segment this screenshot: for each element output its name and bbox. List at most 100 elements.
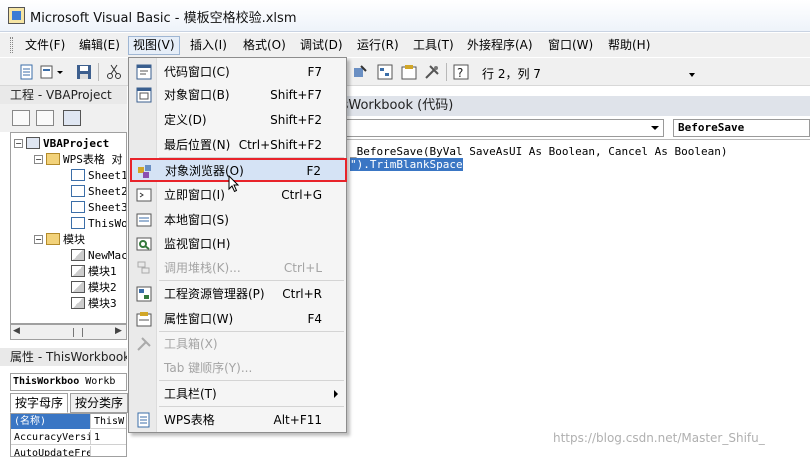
tree-node-wps-objects[interactable]: − WPS表格 对 [34, 152, 123, 168]
properties-toolbar-icon[interactable] [401, 64, 417, 80]
tree-node-modules[interactable]: − 模块 [34, 232, 85, 248]
tree-node-sheet3[interactable]: Sheet3 [71, 200, 126, 216]
menu-item-shortcut: F4 [307, 312, 322, 326]
mouse-pointer-icon [228, 175, 240, 193]
menu-item-toolbars[interactable]: 工具栏(T) [131, 383, 346, 405]
property-value[interactable]: 1 [91, 430, 126, 445]
view-excel-icon[interactable] [19, 64, 35, 80]
procedure-combo-value: BeforeSave [678, 121, 745, 134]
tree-node-label: 模块3 [88, 297, 117, 310]
collapse-icon[interactable]: − [14, 139, 23, 148]
tree-node-module2[interactable]: 模块2 [71, 280, 117, 296]
project-tree-hscrollbar[interactable]: ◀ ▶ [10, 324, 127, 340]
properties-grid: (名称) ThisW AccuracyVersi 1 AutoUpdateFre… [10, 413, 127, 457]
menu-item-label: 调用堆栈(K)... [164, 261, 241, 275]
tree-node-label: Sheet1 [88, 169, 127, 182]
menu-item-label: 工具箱(X) [164, 337, 218, 351]
properties-window-icon [136, 311, 152, 327]
project-explorer-toolbar-icon[interactable] [377, 64, 393, 80]
procedure-combo[interactable]: BeforeSave [673, 119, 810, 137]
collapse-icon[interactable]: − [34, 235, 43, 244]
menu-addins[interactable]: 外接程序(A) [463, 36, 537, 55]
menu-file[interactable]: 文件(F) [21, 36, 69, 55]
menu-item-properties-window[interactable]: 属性窗口(W) F4 [131, 308, 346, 330]
toolbox-toolbar-icon[interactable] [424, 64, 440, 80]
insert-module-icon[interactable] [40, 64, 63, 80]
cut-icon[interactable] [106, 64, 122, 80]
property-row[interactable]: AccuracyVersi 1 [11, 430, 126, 445]
menu-item-object-window[interactable]: 对象窗口(B) Shift+F7 [131, 84, 346, 106]
menu-debug[interactable]: 调试(D) [296, 36, 347, 55]
menu-tools[interactable]: 工具(T) [409, 36, 458, 55]
toggle-folders-button[interactable] [63, 110, 81, 126]
tab-categorized[interactable]: 按分类序 [70, 393, 129, 413]
immediate-window-icon [136, 187, 152, 203]
project-panel-toolbar [0, 104, 127, 132]
menu-item-label: 立即窗口(I) [164, 188, 225, 202]
userform-icon[interactable] [352, 64, 368, 80]
menu-item-label: 工程资源管理器(P) [164, 287, 265, 301]
property-row[interactable]: AutoUpdateFreQ [11, 446, 126, 456]
code-selection: ").TrimBlankSpace [350, 158, 463, 171]
menu-item-shortcut: Alt+F11 [273, 413, 322, 427]
menu-item-definition[interactable]: 定义(D) Shift+F2 [131, 109, 346, 131]
view-code-button[interactable] [12, 110, 30, 126]
menu-item-last-position[interactable]: 最后位置(N) Ctrl+Shift+F2 [131, 134, 346, 156]
menu-insert[interactable]: 插入(I) [186, 36, 231, 55]
folder-icon [46, 153, 60, 165]
menu-item-watch-window[interactable]: 监视窗口(H) [131, 233, 346, 255]
scroll-thumb[interactable] [73, 328, 83, 337]
menu-separator [159, 157, 344, 158]
menu-separator [159, 280, 344, 281]
menu-item-code-window[interactable]: 代码窗口(C) F7 [131, 61, 346, 83]
property-value[interactable] [91, 446, 126, 456]
project-explorer-icon [136, 286, 152, 302]
code-line: ").TrimBlankSpace [350, 158, 463, 171]
property-key: AccuracyVersi [11, 430, 91, 445]
toolbox-icon [136, 336, 152, 352]
scroll-right-icon[interactable]: ▶ [115, 326, 122, 336]
menu-item-label: 代码窗口(C) [164, 65, 230, 79]
menu-run[interactable]: 运行(R) [353, 36, 403, 55]
menu-format[interactable]: 格式(O) [239, 36, 290, 55]
menu-item-tab-order: Tab 键顺序(Y)... [131, 357, 346, 379]
menu-item-locals-window[interactable]: 本地窗口(S) [131, 209, 346, 231]
view-object-button[interactable] [36, 110, 54, 126]
module-icon [71, 281, 85, 293]
tree-node-thisworkbook[interactable]: ThisWo [71, 216, 126, 232]
menu-item-shortcut: F7 [307, 65, 322, 79]
menu-window[interactable]: 窗口(W) [544, 36, 597, 55]
tree-node-module1[interactable]: 模块1 [71, 264, 117, 280]
tree-node-module3[interactable]: 模块3 [71, 296, 117, 312]
object-combo[interactable] [346, 119, 664, 137]
vba-app-icon[interactable] [8, 7, 25, 24]
menu-help[interactable]: 帮助(H) [604, 36, 654, 55]
menu-edit[interactable]: 编辑(E) [75, 36, 124, 55]
menu-item-label: 最后位置(N) [164, 138, 231, 152]
menu-item-project-explorer[interactable]: 工程资源管理器(P) Ctrl+R [131, 283, 346, 305]
toolbar-options-arrow[interactable] [689, 73, 695, 77]
collapse-icon[interactable]: − [34, 155, 43, 164]
menu-view[interactable]: 视图(V) [128, 36, 180, 55]
properties-object-select[interactable]: ThisWorkboo Workb [10, 373, 127, 391]
object-window-icon [136, 87, 152, 103]
menu-separator [159, 331, 344, 332]
wps-sheet-icon [136, 412, 152, 428]
property-key: AutoUpdateFreQ [11, 446, 91, 456]
property-value[interactable]: ThisW [91, 414, 126, 429]
chevron-down-icon[interactable] [651, 126, 659, 130]
tree-node-sheet2[interactable]: Sheet2 [71, 184, 126, 200]
tree-node-sheet1[interactable]: Sheet1 [71, 168, 127, 184]
menu-item-wps-sheet[interactable]: WPS表格 Alt+F11 [131, 409, 346, 431]
tree-node-vbaproject[interactable]: − VBAProject [14, 136, 109, 152]
help-icon[interactable]: ? [453, 64, 469, 80]
save-icon[interactable] [76, 64, 92, 80]
menu-item-label: 监视窗口(H) [164, 237, 231, 251]
tree-node-label: 模块 [63, 233, 85, 246]
tree-node-newmacro[interactable]: NewMac [71, 248, 126, 264]
view-menu-dropdown: 代码窗口(C) F7 对象窗口(B) Shift+F7 定义(D) Shift+… [128, 57, 347, 433]
property-row[interactable]: (名称) ThisW [11, 414, 126, 429]
scroll-left-icon[interactable]: ◀ [13, 326, 20, 336]
tab-alphabetic[interactable]: 按字母序 [10, 393, 69, 413]
menubar-grip[interactable] [10, 37, 13, 53]
